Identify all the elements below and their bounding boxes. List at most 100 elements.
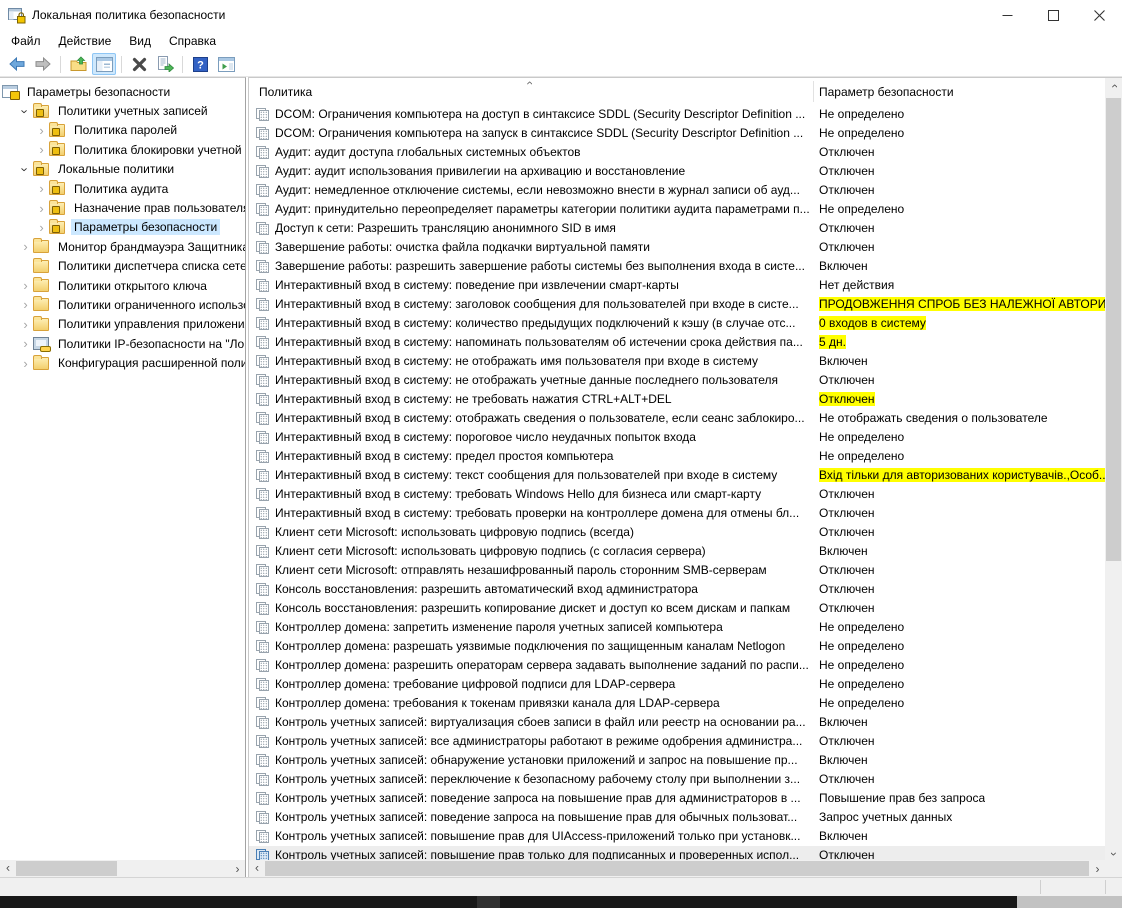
back-icon[interactable] <box>5 53 29 75</box>
help-icon[interactable]: ? <box>188 53 212 75</box>
table-row[interactable]: Клиент сети Microsoft: отправлять незаши… <box>249 561 1105 580</box>
tree-item[interactable]: Политика блокировки учетной з <box>0 140 245 159</box>
policy-name-cell: Интерактивный вход в систему: предел про… <box>275 449 811 463</box>
table-row[interactable]: Контроль учетных записей: переключение к… <box>249 770 1105 789</box>
up-one-level-icon[interactable] <box>66 53 90 75</box>
table-row[interactable]: DCOM: Ограничения компьютера на доступ в… <box>249 105 1105 124</box>
chevron-icon[interactable] <box>34 124 49 137</box>
table-row[interactable]: Контроллер домена: разрешать уязвимые по… <box>249 637 1105 656</box>
table-row[interactable]: Интерактивный вход в систему: пороговое … <box>249 428 1105 447</box>
tree-item[interactable]: Политики управления приложения <box>0 315 245 334</box>
column-header-security-setting[interactable]: Параметр безопасности <box>819 85 954 99</box>
export-list-icon[interactable] <box>153 53 177 75</box>
tree-item[interactable]: Назначение прав пользователя <box>0 198 245 217</box>
menu-action[interactable]: Действие <box>50 31 121 51</box>
chevron-icon[interactable] <box>18 318 33 331</box>
scroll-left-icon[interactable] <box>249 860 264 877</box>
table-row[interactable]: Интерактивный вход в систему: напоминать… <box>249 333 1105 352</box>
table-row[interactable]: Контроллер домена: требования к токенам … <box>249 694 1105 713</box>
chevron-icon[interactable] <box>34 143 49 156</box>
tree-item[interactable]: Монитор брандмауэра Защитника ' <box>0 237 245 256</box>
scroll-up-icon[interactable] <box>1105 78 1122 93</box>
scrollbar-thumb[interactable] <box>16 861 117 876</box>
chevron-icon[interactable] <box>18 105 33 118</box>
table-row[interactable]: DCOM: Ограничения компьютера на запуск в… <box>249 124 1105 143</box>
chevron-icon[interactable] <box>34 221 49 234</box>
table-row[interactable]: Интерактивный вход в систему: требовать … <box>249 485 1105 504</box>
tree-item[interactable]: Конфигурация расширенной полит <box>0 353 245 372</box>
scroll-left-icon[interactable] <box>0 860 15 877</box>
tree-item[interactable]: Параметры безопасности <box>0 218 245 237</box>
chevron-icon[interactable] <box>18 357 33 370</box>
tree-item[interactable]: Политики IP-безопасности на "Лок <box>0 334 245 353</box>
table-row[interactable]: Контроллер домена: требование цифровой п… <box>249 675 1105 694</box>
scroll-down-icon[interactable] <box>1105 846 1122 861</box>
table-row[interactable]: Завершение работы: очистка файла подкачк… <box>249 238 1105 257</box>
list-vertical-scrollbar[interactable] <box>1105 78 1122 861</box>
delete-icon[interactable] <box>127 53 151 75</box>
table-row[interactable]: Завершение работы: разрешить завершение … <box>249 257 1105 276</box>
scroll-right-icon[interactable] <box>1090 860 1105 877</box>
table-row[interactable]: Контроль учетных записей: виртуализация … <box>249 713 1105 732</box>
sort-ascending-icon[interactable] <box>527 77 531 90</box>
table-row[interactable]: Контроллер домена: запретить изменение п… <box>249 618 1105 637</box>
list-horizontal-scrollbar[interactable] <box>249 860 1105 877</box>
show-console-tree-icon[interactable] <box>92 53 116 75</box>
chevron-icon[interactable] <box>18 279 33 292</box>
table-row[interactable]: Аудит: немедленное отключение системы, е… <box>249 181 1105 200</box>
table-row[interactable]: Интерактивный вход в систему: не требова… <box>249 390 1105 409</box>
table-row[interactable]: Клиент сети Microsoft: использовать цифр… <box>249 542 1105 561</box>
table-row[interactable]: Контроль учетных записей: поведение запр… <box>249 789 1105 808</box>
show-window-icon[interactable] <box>214 53 238 75</box>
close-button[interactable] <box>1076 0 1122 30</box>
table-row[interactable]: Интерактивный вход в систему: не отображ… <box>249 352 1105 371</box>
chevron-icon[interactable] <box>18 163 33 176</box>
table-row[interactable]: Контроль учетных записей: все администра… <box>249 732 1105 751</box>
table-row[interactable]: Интерактивный вход в систему: текст сооб… <box>249 466 1105 485</box>
tree-item[interactable]: Политики открытого ключа <box>0 276 245 295</box>
forward-icon[interactable] <box>31 53 55 75</box>
tree-item[interactable]: Локальные политики <box>0 160 245 179</box>
table-row[interactable]: Интерактивный вход в систему: требовать … <box>249 504 1105 523</box>
table-row[interactable]: Интерактивный вход в систему: заголовок … <box>249 295 1105 314</box>
table-row[interactable]: Консоль восстановления: разрешить автома… <box>249 580 1105 599</box>
scroll-right-icon[interactable] <box>230 860 245 877</box>
table-row[interactable]: Интерактивный вход в систему: количество… <box>249 314 1105 333</box>
menu-help[interactable]: Справка <box>160 31 225 51</box>
table-row[interactable]: Доступ к сети: Разрешить трансляцию анон… <box>249 219 1105 238</box>
tree-item[interactable]: Параметры безопасности <box>0 82 245 101</box>
table-row[interactable]: Интерактивный вход в систему: поведение … <box>249 276 1105 295</box>
column-header-policy[interactable]: Политика <box>259 85 312 99</box>
table-row[interactable]: Интерактивный вход в систему: предел про… <box>249 447 1105 466</box>
chevron-icon[interactable] <box>34 202 49 215</box>
menu-file[interactable]: Файл <box>2 31 50 51</box>
tree-item[interactable]: Политики диспетчера списка сетей <box>0 257 245 276</box>
table-row[interactable]: Контроль учетных записей: обнаружение ус… <box>249 751 1105 770</box>
tree-item[interactable]: Политика аудита <box>0 179 245 198</box>
table-row[interactable]: Аудит: аудит доступа глобальных системны… <box>249 143 1105 162</box>
scrollbar-thumb[interactable] <box>1106 98 1121 561</box>
table-row[interactable]: Интерактивный вход в систему: отображать… <box>249 409 1105 428</box>
tree-horizontal-scrollbar[interactable] <box>0 860 245 877</box>
chevron-icon[interactable] <box>18 298 33 311</box>
table-row[interactable]: Аудит: принудительно переопределяет пара… <box>249 200 1105 219</box>
maximize-button[interactable] <box>1030 0 1076 30</box>
table-row[interactable]: Интерактивный вход в систему: не отображ… <box>249 371 1105 390</box>
chevron-icon[interactable] <box>18 337 33 350</box>
table-row[interactable]: Консоль восстановления: разрешить копиро… <box>249 599 1105 618</box>
tree-item[interactable]: Политика паролей <box>0 121 245 140</box>
chevron-icon[interactable] <box>18 240 33 253</box>
chevron-icon[interactable] <box>34 182 49 195</box>
column-divider[interactable] <box>813 81 814 102</box>
scrollbar-thumb[interactable] <box>265 861 1089 876</box>
table-row[interactable]: Контроллер домена: разрешить операторам … <box>249 656 1105 675</box>
table-row[interactable]: Клиент сети Microsoft: использовать цифр… <box>249 523 1105 542</box>
table-row[interactable]: Контроль учетных записей: повышение прав… <box>249 827 1105 846</box>
minimize-button[interactable] <box>984 0 1030 30</box>
menu-view[interactable]: Вид <box>120 31 160 51</box>
table-row[interactable]: Контроль учетных записей: повышение прав… <box>249 846 1105 861</box>
tree-item[interactable]: Политики учетных записей <box>0 101 245 120</box>
table-row[interactable]: Контроль учетных записей: поведение запр… <box>249 808 1105 827</box>
table-row[interactable]: Аудит: аудит использования привилегии на… <box>249 162 1105 181</box>
tree-item[interactable]: Политики ограниченного использо <box>0 295 245 314</box>
